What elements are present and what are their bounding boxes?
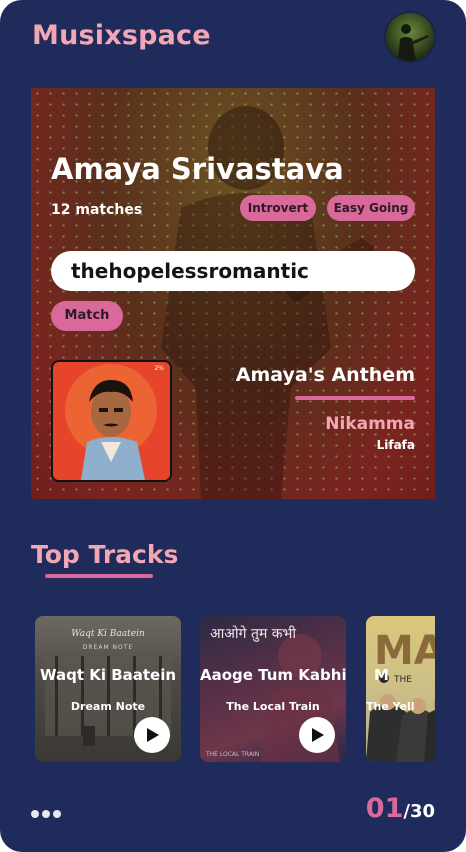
top-tracks-carousel[interactable]: Waqt Ki Baatein DREAM NOTE Waqt Ki Baate… [35, 616, 435, 762]
cover-title-text: आओगे तुम कभी [210, 625, 296, 642]
anthem-song-title[interactable]: Nikamma [325, 414, 415, 434]
match-count: 12 matches [51, 202, 143, 218]
track-title: Aaoge Tum Kabhi [200, 666, 346, 684]
tag-introvert[interactable]: Introvert [240, 195, 316, 221]
track-artist: Dream Note [70, 700, 146, 713]
top-tracks-title: Top Tracks [31, 540, 179, 569]
play-icon [147, 728, 159, 742]
anthem-artist[interactable]: Lifafa [377, 438, 415, 452]
profile-name: Amaya Srivastava [51, 152, 344, 186]
top-tracks-underline [45, 574, 153, 578]
play-button[interactable] [134, 717, 170, 753]
profile-hero-card: Amaya Srivastava 12 matches Introvert Ea… [31, 88, 435, 499]
track-card[interactable]: आओगे तुम कभी THE LOCAL TRAIN Aaoge Tum K… [200, 616, 346, 762]
page-counter: 01/30 [366, 793, 435, 824]
track-artist: The Yell [366, 700, 415, 713]
page-current: 01 [365, 793, 404, 824]
app-title: Musixspace [32, 20, 211, 51]
album-corner-text: 2% [154, 365, 164, 372]
match-button[interactable]: Match [51, 301, 123, 331]
user-avatar-icon[interactable] [386, 13, 434, 61]
anthem-underline [295, 396, 415, 400]
dot [53, 810, 61, 818]
track-title: Waqt Ki Baatein [39, 666, 177, 684]
play-button[interactable] [299, 717, 335, 753]
track-title: M [374, 666, 389, 684]
dot [42, 810, 50, 818]
tag-easy-going[interactable]: Easy Going [327, 195, 415, 221]
track-cover-image: MA THE [366, 628, 435, 762]
cover-title-text: Waqt Ki Baatein [71, 629, 145, 639]
dot [31, 810, 39, 818]
track-card[interactable]: MA THE M The Yell [366, 616, 435, 762]
anthem-album-cover[interactable]: 2% [51, 360, 172, 482]
username-search-input[interactable]: thehopelessromantic [51, 251, 415, 291]
track-artist: The Local Train [226, 700, 320, 713]
play-icon [312, 728, 324, 742]
track-card[interactable]: Waqt Ki Baatein DREAM NOTE Waqt Ki Baate… [35, 616, 181, 762]
cover-artist-text: DREAM NOTE [83, 644, 133, 651]
cover-artist-text: THE LOCAL TRAIN [205, 751, 259, 758]
anthem-label: Amaya's Anthem [235, 364, 415, 386]
app-screen: Musixspace Amaya Srivastava 12 matches I… [0, 0, 466, 852]
page-total: /30 [403, 801, 435, 822]
more-options-icon[interactable] [31, 803, 64, 822]
